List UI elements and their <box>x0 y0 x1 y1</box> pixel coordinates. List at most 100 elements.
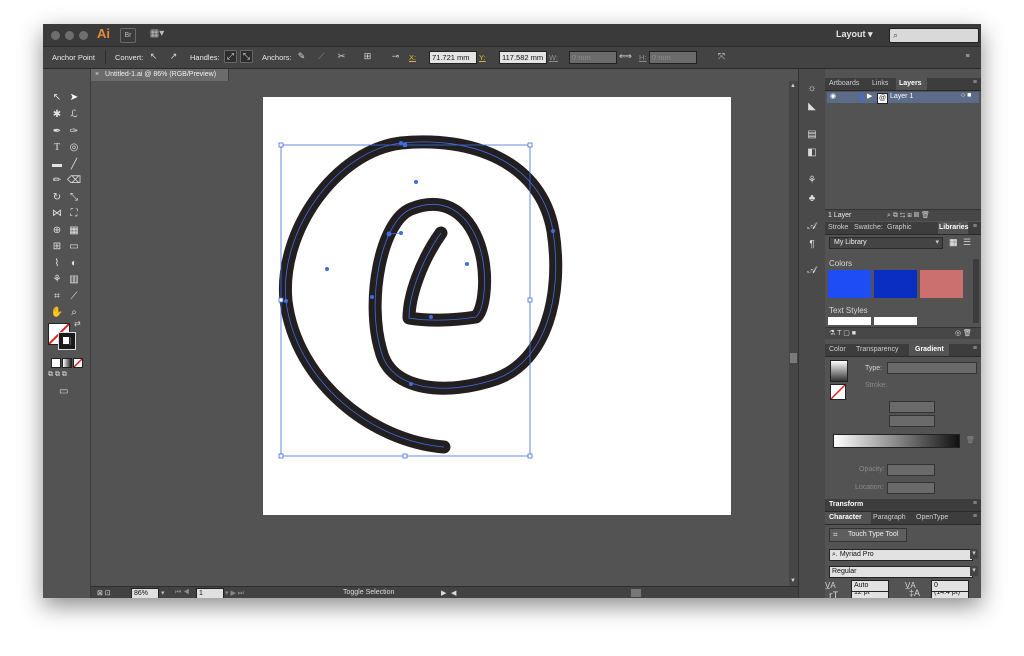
color-mode-icon[interactable] <box>51 358 61 368</box>
screen-mode-icon[interactable]: ▭ <box>59 386 68 397</box>
panel-menu-icon[interactable]: ≡ <box>973 500 977 507</box>
none-mode-icon[interactable] <box>73 358 83 368</box>
gradient-tool-icon[interactable]: ▭ <box>67 240 81 254</box>
mesh-tool-icon[interactable]: ⊞ <box>50 240 64 254</box>
tab-links[interactable]: Links <box>872 80 888 87</box>
lasso-tool-icon[interactable]: ℒ <box>67 108 81 122</box>
visibility-icon[interactable]: ◉ <box>830 92 836 100</box>
tab-gradient[interactable]: Gradient <box>915 346 944 353</box>
blend-tool-icon[interactable]: ◐ <box>67 257 81 271</box>
status-icon[interactable]: ⊠ ⊡ <box>97 589 111 597</box>
character-styles-icon[interactable]: 𝒜 <box>806 221 818 233</box>
trash-icon[interactable]: ◎ 🗑 <box>955 329 972 337</box>
width-field[interactable]: 0 mm <box>569 51 617 64</box>
document-tab[interactable]: × Untitled-1.ai @ 86% (RGB/Preview) <box>91 69 229 81</box>
height-field[interactable]: 0 mm <box>649 51 697 64</box>
close-icon[interactable]: × <box>95 71 99 78</box>
touch-type-tool-button[interactable]: ⌗ Touch Type Tool <box>829 528 907 542</box>
direct-selection-tool-icon[interactable]: ↖ <box>50 91 64 105</box>
bridge-button[interactable]: Br <box>120 28 136 43</box>
slice-tool-icon[interactable]: ⟋ <box>67 290 81 304</box>
zoom-tool-icon[interactable]: ⌕ <box>67 306 81 320</box>
location-field[interactable] <box>887 482 935 494</box>
reference-point-icon[interactable]: ⊸ <box>389 50 402 63</box>
control-bar-menu-icon[interactable]: ≡ <box>961 50 974 63</box>
anchor-point[interactable] <box>551 229 555 233</box>
pen-tool-icon[interactable]: ✒ <box>50 125 64 139</box>
gradient-slider[interactable] <box>833 434 960 448</box>
library-color-swatch[interactable] <box>874 270 917 298</box>
anchor-point[interactable] <box>429 315 433 319</box>
pathfinder-icon[interactable]: ◧ <box>806 147 818 159</box>
anchor-point[interactable] <box>414 180 418 184</box>
brushes-icon[interactable]: ⚘ <box>806 175 818 187</box>
none-fill-stroke-icon[interactable] <box>830 384 846 400</box>
selection-tool-icon[interactable]: ➤ <box>67 91 81 105</box>
tab-stroke[interactable]: Stroke <box>828 224 848 231</box>
bbox-handle[interactable] <box>278 297 284 303</box>
bbox-handle[interactable] <box>278 142 284 148</box>
handle-point[interactable] <box>399 231 403 235</box>
tab-layers[interactable]: Layers <box>899 80 922 87</box>
bbox-handle[interactable] <box>527 453 533 459</box>
bbox-handle[interactable] <box>403 143 407 147</box>
bbox-handle[interactable] <box>527 142 533 148</box>
paragraph-styles-icon[interactable]: ¶ <box>806 239 818 251</box>
align-icon[interactable]: ▤ <box>806 129 818 141</box>
bbox-handle[interactable] <box>527 297 533 303</box>
hide-handles-icon[interactable]: ⤡ <box>240 50 253 63</box>
anchor-point[interactable] <box>325 267 329 271</box>
isolate-icon[interactable]: ⤧ <box>715 50 728 63</box>
tab-character[interactable]: Character <box>829 514 862 521</box>
spiral-tool-icon[interactable]: ◎ <box>67 141 81 155</box>
tab-paragraph[interactable]: Paragraph <box>873 514 906 521</box>
glyphs-icon[interactable]: 𝒜 <box>806 265 818 277</box>
kerning-field[interactable]: Auto <box>851 580 889 592</box>
scroll-thumb[interactable] <box>790 353 797 363</box>
stroke-swatch[interactable] <box>58 332 76 350</box>
text-style-thumbnail[interactable] <box>828 317 871 325</box>
tracking-field[interactable]: 0 <box>931 580 969 592</box>
convert-corner-icon[interactable]: ↖ <box>147 50 160 63</box>
anchor-point[interactable] <box>399 141 403 145</box>
color-guide-icon[interactable]: ☼ <box>806 83 818 95</box>
chevron-down-icon[interactable]: ▾ <box>970 549 978 559</box>
tab-transform[interactable]: Transform <box>829 501 863 508</box>
link-proportions-icon[interactable]: ⟺ <box>619 50 632 63</box>
hand-tool-icon[interactable]: ✋ <box>50 306 64 320</box>
minimize-window-button[interactable] <box>65 31 74 40</box>
workspace-switcher[interactable]: Layout ▾ <box>836 29 873 40</box>
anchor-point[interactable] <box>409 382 413 386</box>
tab-color[interactable]: Color <box>829 346 846 353</box>
search-input[interactable]: ⌕ <box>889 28 979 43</box>
opacity-field[interactable] <box>887 464 935 476</box>
artboard-tool-icon[interactable]: ⌗ <box>50 290 64 304</box>
anchor-point[interactable] <box>465 262 469 266</box>
show-handles-icon[interactable]: ⤢ <box>224 50 237 63</box>
eraser-tool-icon[interactable]: ⌫ <box>67 174 81 188</box>
swap-fill-stroke-icon[interactable]: ⇄ <box>74 319 81 328</box>
layers-footer-icons[interactable]: ⌕ ⧉ ⇆ ⊞ ▤ 🗑 <box>887 211 930 220</box>
paintbrush-tool-icon[interactable]: ╱ <box>67 158 81 172</box>
list-view-icon[interactable]: ☰ <box>963 237 971 248</box>
delete-stop-icon[interactable]: 🗑 <box>966 436 975 444</box>
tab-libraries[interactable]: Libraries <box>939 224 969 231</box>
arrange-documents-icon[interactable]: ▦▾ <box>147 28 167 41</box>
symbol-sprayer-tool-icon[interactable]: ⚘ <box>50 273 64 287</box>
zoom-field[interactable]: 86% <box>131 588 159 598</box>
text-style-thumbnail[interactable] <box>874 317 917 325</box>
color-icon[interactable]: ◣ <box>806 101 818 113</box>
tab-swatches[interactable]: Swatche: <box>854 224 883 231</box>
target-icon[interactable]: ○ ■ <box>961 92 971 99</box>
canvas-area[interactable] <box>91 81 789 586</box>
y-coordinate-field[interactable]: 117.582 mm <box>499 51 547 64</box>
anchor-point[interactable] <box>284 299 288 303</box>
next-artboard-icon[interactable]: ▾ ▶ ⏭ <box>225 589 244 598</box>
hscroll-thumb[interactable] <box>631 589 641 597</box>
library-color-swatch[interactable] <box>828 270 871 298</box>
vertical-scrollbar[interactable]: ▲ ▼ <box>789 81 798 586</box>
scroll-down-icon[interactable]: ▼ <box>790 578 796 584</box>
bbox-handle[interactable] <box>278 453 284 459</box>
spiral-path[interactable] <box>278 135 563 454</box>
symbols-icon[interactable]: ♣ <box>806 193 818 205</box>
